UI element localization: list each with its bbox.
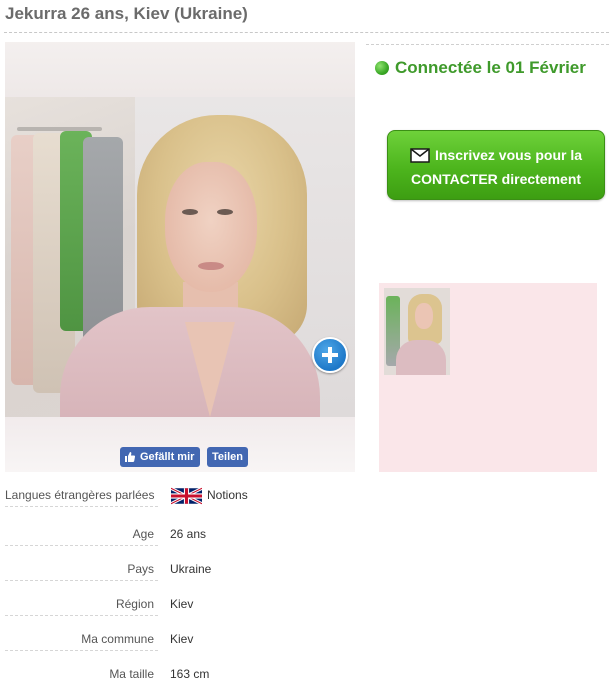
title-divider [4,32,609,33]
share-label: Teilen [212,451,243,463]
info-row-country: Pays Ukraine [5,562,260,597]
contact-button-text2: CONTACTER directement [410,171,582,187]
info-divider [5,615,158,616]
info-label: Région [115,597,154,611]
photo-eye-left [182,209,198,215]
envelope-icon [410,147,430,163]
profile-photo[interactable] [5,97,355,417]
photo-eye-right [217,209,233,215]
plus-circle-icon[interactable] [312,337,348,373]
info-divider [5,580,158,581]
info-label: Ma taille [109,667,154,681]
info-value: Ukraine [170,562,212,576]
info-divider [5,506,158,507]
like-label: Gefällt mir [140,451,195,463]
info-row-height: Ma taille 163 cm [5,667,260,684]
info-row-region: Région Kiev [5,597,260,632]
online-status-text: Connectée le 01 Février [395,58,586,77]
info-value: Kiev [170,597,194,611]
info-divider [5,545,158,546]
page-title: Jekurra 26 ans, Kiev (Ukraine) [5,4,248,23]
photo-towel-rail [17,127,102,131]
facebook-share-button[interactable]: Teilen [207,447,248,467]
thumbnail-panel [379,283,597,472]
contact-button-line1: Inscrivez vous pour la [388,143,604,167]
profile-photo-frame [5,42,355,472]
status-divider [366,44,609,45]
info-row-age: Age 26 ans [5,527,260,562]
info-row-commune: Ma commune Kiev [5,632,260,667]
info-row-languages: Langues étrangères parlées Notions [5,486,260,523]
thumb-robe [396,340,446,375]
info-value: 163 cm [170,667,210,681]
thumb-face [415,303,433,329]
info-label: Ma commune [81,632,154,646]
info-divider [5,650,158,651]
thumbs-up-icon [125,452,136,462]
info-value: Kiev [170,632,194,646]
info-label: Age [132,527,154,541]
info-value: 26 ans [170,527,207,541]
info-value: Notions [207,488,248,502]
photo-face [165,162,257,292]
photo-blur-top [5,42,355,97]
plus-glyph [322,347,338,363]
contact-button[interactable]: Inscrivez vous pour la CONTACTER directe… [387,130,605,200]
info-label: Langues étrangères parlées [5,488,155,502]
online-status: Connectée le 01 Février [375,58,586,78]
facebook-like-button[interactable]: Gefällt mir [120,447,201,467]
online-dot-icon [375,61,389,75]
photo-mouth [198,262,224,270]
photo-thumbnail[interactable] [384,288,450,375]
contact-button-text1: Inscrivez vous pour la [434,147,583,163]
info-label: Pays [127,562,154,576]
uk-flag-icon [171,486,202,506]
